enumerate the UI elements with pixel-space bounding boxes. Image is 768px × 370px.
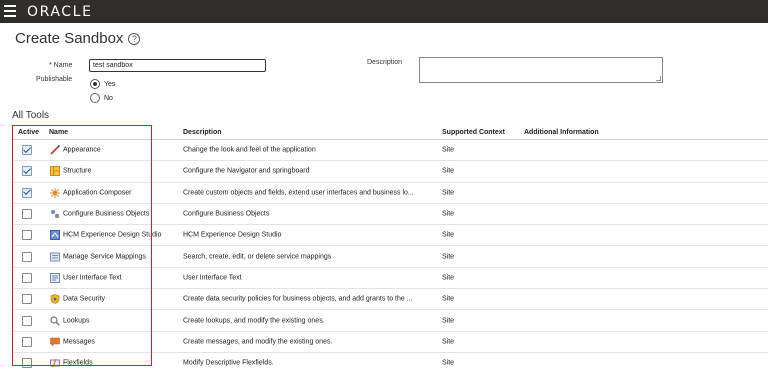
- active-checkbox[interactable]: [22, 358, 32, 369]
- flexfields-icon: [50, 358, 60, 368]
- tool-name[interactable]: Data Security: [63, 296, 105, 303]
- paintbrush-icon: [50, 145, 60, 155]
- table-header: Active Name Description Supported Contex…: [12, 125, 768, 140]
- active-checkbox[interactable]: [22, 209, 32, 220]
- tool-context: Site: [442, 253, 455, 261]
- col-additional-information[interactable]: Additional Information: [524, 129, 599, 136]
- tool-description: Change the look and feel of the applicat…: [183, 146, 316, 154]
- page-title-text: Create Sandbox: [15, 30, 124, 47]
- col-supported-context[interactable]: Supported Context: [442, 129, 505, 136]
- tool-description: Configure the Navigator and springboard: [183, 167, 310, 175]
- table-row[interactable]: Application Composer Create custom object…: [12, 183, 768, 204]
- messages-icon: [50, 337, 60, 347]
- radio-yes[interactable]: Yes: [90, 79, 115, 89]
- tool-name[interactable]: Structure: [63, 168, 91, 175]
- resize-handle-icon[interactable]: [656, 76, 661, 81]
- table-row[interactable]: Messages Create messages, and modify the …: [12, 332, 768, 353]
- tool-description: Create custom objects and fields, extend…: [183, 189, 414, 197]
- tool-context: Site: [442, 167, 455, 175]
- data-security-icon: [50, 294, 60, 305]
- tool-context: Site: [442, 274, 455, 282]
- radio-no[interactable]: No: [90, 93, 113, 103]
- col-description[interactable]: Description: [183, 129, 222, 136]
- tool-description: Modify Descriptive Flexfields.: [183, 359, 274, 367]
- radio-yes-label: Yes: [104, 80, 116, 88]
- section-title: All Tools: [12, 110, 50, 121]
- oracle-logo[interactable]: ORACLE: [27, 4, 93, 20]
- service-mappings-icon: [50, 252, 60, 262]
- col-name[interactable]: Name: [49, 129, 68, 136]
- active-checkbox[interactable]: [22, 251, 32, 262]
- tool-name[interactable]: Appearance: [63, 147, 101, 154]
- tool-description: Create messages, and modify the existing…: [183, 338, 333, 346]
- tool-description: Create data security policies for busine…: [183, 295, 413, 303]
- tool-name[interactable]: Application Composer: [63, 189, 131, 196]
- tool-context: Site: [442, 231, 455, 239]
- active-checkbox[interactable]: [22, 336, 32, 347]
- tool-name[interactable]: Configure Business Objects: [63, 211, 149, 218]
- tool-description: Configure Business Objects: [183, 210, 270, 218]
- tool-description: User Interface Text: [183, 274, 242, 282]
- table-row[interactable]: Structure Configure the Navigator and spr…: [12, 161, 768, 183]
- active-checkbox[interactable]: [22, 187, 32, 198]
- tool-name[interactable]: Flexfields: [63, 360, 93, 367]
- description-label: Description: [367, 59, 403, 66]
- tool-name[interactable]: Messages: [63, 338, 95, 345]
- table-row[interactable]: Manage Service Mappings Search, create, e…: [12, 246, 768, 268]
- tool-context: Site: [442, 146, 455, 154]
- menu-icon[interactable]: [4, 5, 16, 17]
- ui-text-icon: [50, 272, 60, 283]
- help-icon[interactable]: ?: [128, 32, 141, 45]
- tool-context: Site: [442, 317, 455, 325]
- table-row[interactable]: Flexfields Modify Descriptive Flexfields.…: [12, 353, 768, 370]
- table-row[interactable]: HCM Experience Design Studio HCM Experien…: [12, 225, 768, 247]
- hcm-design-icon: [50, 230, 60, 241]
- col-active[interactable]: Active: [18, 129, 39, 136]
- table-row[interactable]: User Interface Text User Interface Text Si…: [12, 268, 768, 290]
- business-objects-icon: [50, 209, 60, 219]
- radio-no-label: No: [104, 94, 113, 102]
- tool-context: Site: [442, 338, 455, 346]
- tool-context: Site: [442, 210, 455, 218]
- tool-name[interactable]: Lookups: [63, 317, 89, 324]
- tool-name[interactable]: Manage Service Mappings: [63, 253, 146, 260]
- publishable-label: Publishable: [36, 76, 73, 83]
- structure-icon: [50, 166, 60, 177]
- tool-description: HCM Experience Design Studio: [183, 231, 282, 239]
- tool-context: Site: [442, 295, 455, 303]
- page-title: Create Sandbox ?: [15, 30, 141, 47]
- active-checkbox[interactable]: [22, 230, 32, 241]
- active-checkbox[interactable]: [22, 166, 32, 177]
- table-row[interactable]: Data Security Create data security polici…: [12, 289, 768, 311]
- tool-name[interactable]: User Interface Text: [63, 274, 122, 281]
- lookups-icon: [50, 315, 60, 326]
- table-row[interactable]: Lookups Create lookups, and modify the ex…: [12, 310, 768, 332]
- active-checkbox[interactable]: [22, 145, 32, 156]
- active-checkbox[interactable]: [22, 272, 32, 283]
- tool-context: Site: [442, 189, 455, 197]
- composer-icon: [50, 187, 60, 198]
- active-checkbox[interactable]: [22, 315, 32, 326]
- radio-yes-button[interactable]: [90, 79, 100, 89]
- tools-table: Active Name Description Supported Contex…: [12, 125, 768, 370]
- tool-context: Site: [442, 359, 455, 367]
- tool-description: Create lookups, and modify the existing …: [183, 317, 325, 325]
- description-textarea[interactable]: [419, 57, 663, 83]
- radio-no-button[interactable]: [90, 93, 100, 103]
- table-row[interactable]: Appearance Change the look and feel of th…: [12, 140, 768, 162]
- table-row[interactable]: Configure Business Objects Configure Busi…: [12, 204, 768, 226]
- top-bar: ORACLE: [0, 0, 768, 23]
- tool-description: Search, create, edit, or delete service …: [183, 253, 332, 261]
- active-checkbox[interactable]: [22, 294, 32, 305]
- name-input[interactable]: test sandbox: [89, 59, 266, 72]
- tool-name[interactable]: HCM Experience Design Studio: [63, 232, 161, 239]
- name-label: * Name: [49, 62, 73, 69]
